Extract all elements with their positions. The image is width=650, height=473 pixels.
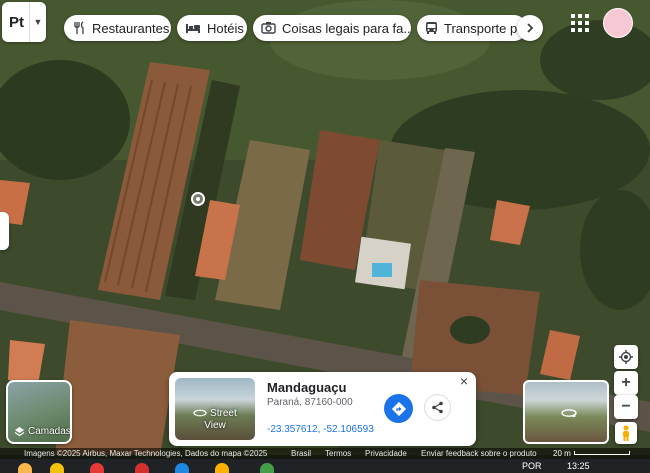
close-icon[interactable]: × [457,374,471,388]
place-coordinates[interactable]: -23.357612, -52.106593 [267,424,374,435]
chip-things-to-do[interactable]: Coisas legais para fa... [253,15,411,41]
side-panel-toggle[interactable] [0,212,9,250]
chip-label: Restaurantes [92,20,170,36]
place-title: Mandaguaçu [267,380,347,395]
os-taskbar: POR 13:25 [0,459,650,473]
place-card: Street View Mandaguaçu Paraná, 87160-000… [169,372,476,446]
chip-restaurants[interactable]: Restaurantes [64,15,171,41]
chip-label: Coisas legais para fa... [282,20,411,36]
street-view-preview[interactable] [523,380,609,444]
taskbar-app-icon[interactable] [135,463,149,473]
share-button[interactable] [424,394,451,421]
layers-label: Camadas [28,426,71,437]
chip-label: Hotéis [207,20,244,36]
chip-hotels[interactable]: Hotéis [177,15,247,41]
directions-button[interactable] [384,394,413,423]
google-apps-icon[interactable] [570,13,590,33]
street-view-rotate-icon [561,409,577,418]
taskbar-app-icon[interactable] [90,463,104,473]
street-view-label: Street View [175,408,255,432]
street-view-rotate-icon [193,409,207,417]
my-location-button[interactable] [614,345,638,369]
camera-icon [261,20,276,36]
scale-bar [574,451,630,455]
chips-scroll-next-button[interactable] [517,15,543,41]
avatar[interactable] [603,8,633,38]
chevron-right-icon [527,23,534,33]
street-view-thumbnail[interactable]: Street View [175,378,255,440]
taskbar-app-icon[interactable] [18,463,32,473]
taskbar-clock[interactable]: 13:25 [567,459,590,473]
taskbar-app-icon[interactable] [260,463,274,473]
street-view-label-1: Street [210,408,237,419]
place-address: Paraná, 87160-000 [267,397,353,408]
zoom-out-button[interactable]: − [614,395,638,419]
bus-icon [425,20,438,36]
scale-label[interactable]: 20 m [553,448,571,459]
taskbar-language[interactable]: POR [522,459,542,473]
layers-button[interactable]: Camadas [6,380,72,444]
imagery-credit: Imagens ©2025 Airbus, Maxar Technologies… [24,449,268,458]
caret-down-icon[interactable]: ▼ [29,2,46,42]
country-link[interactable]: Brasil [291,448,311,459]
feedback-link[interactable]: Enviar feedback sobre o produto [421,448,537,459]
taskbar-app-icon[interactable] [215,463,229,473]
terms-link[interactable]: Termos [325,448,351,459]
share-icon [432,401,443,414]
fork-knife-icon [72,20,86,36]
taskbar-app-icon[interactable] [175,463,189,473]
bed-icon [185,20,201,36]
crosshair-icon [619,350,633,364]
pegman-icon [623,425,629,441]
chip-transit[interactable]: Transporte pú [417,15,527,41]
taskbar-app-icon[interactable] [50,463,64,473]
layers-icon [14,427,25,437]
language-code: Pt [9,13,24,31]
privacy-link[interactable]: Privacidade [365,448,407,459]
map-location-pin[interactable] [191,192,205,206]
language-selector[interactable]: Pt ▼ [2,2,46,42]
directions-icon [391,401,406,416]
street-view-label-2: View [204,420,226,431]
pegman-button[interactable] [615,422,637,444]
chip-label: Transporte pú [444,20,525,36]
zoom-in-button[interactable]: + [614,371,638,395]
layers-label-row: Camadas [14,426,71,437]
